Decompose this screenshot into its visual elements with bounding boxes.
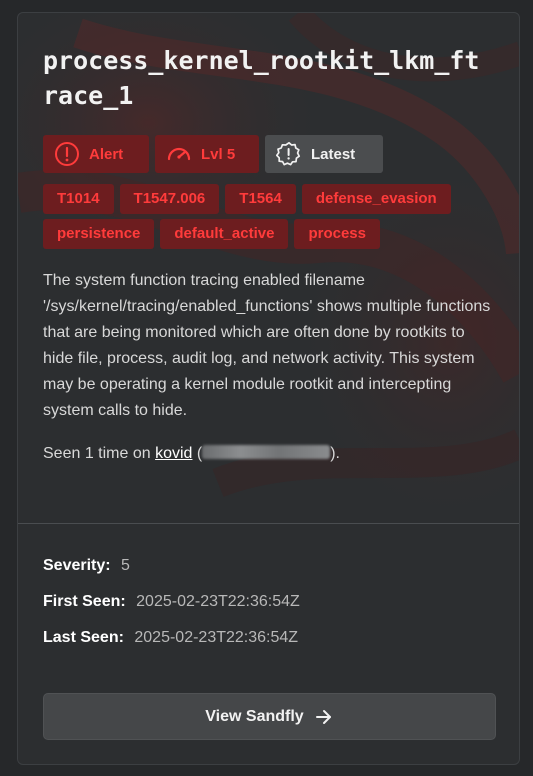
tag-t1564[interactable]: T1564: [225, 184, 296, 214]
rule-description: The system function tracing enabled file…: [43, 272, 491, 419]
alert-circle-icon: [55, 142, 79, 166]
latest-badge-label: Latest: [311, 145, 356, 163]
severity-row: Severity: 5: [43, 554, 300, 590]
severity-label: Severity:: [43, 557, 111, 574]
alert-badge-label: Alert: [89, 145, 124, 163]
host-link[interactable]: kovid: [155, 445, 192, 462]
detail-list: Severity: 5 First Seen: 2025-02-23T22:36…: [43, 554, 300, 662]
tag-process[interactable]: process: [294, 219, 380, 249]
severity-value: 5: [121, 557, 130, 574]
latest-badge: Latest: [265, 135, 383, 173]
level-badge-label: Lvl 5: [201, 145, 236, 163]
status-badges: Alert Lvl 5 Latest: [43, 135, 494, 173]
first-seen-row: First Seen: 2025-02-23T22:36:54Z: [43, 590, 300, 626]
seen-summary: Seen 1 time on kovid ().: [43, 442, 494, 466]
first-seen-label: First Seen:: [43, 593, 126, 610]
redacted-ip: [202, 445, 331, 459]
seen-prefix: Seen 1 time on: [43, 445, 156, 462]
first-seen-value: 2025-02-23T22:36:54Z: [136, 593, 300, 610]
divider: [18, 523, 519, 524]
tag-default-active[interactable]: default_active: [160, 219, 289, 249]
tag-list: T1014 T1547.006 T1564 defense_evasion pe…: [43, 184, 503, 249]
last-seen-row: Last Seen: 2025-02-23T22:36:54Z: [43, 626, 300, 662]
rule-title: process_kernel_rootkit_lkm_ftrace_1: [43, 46, 480, 110]
tag-t1547-006[interactable]: T1547.006: [119, 184, 220, 214]
tag-persistence[interactable]: persistence: [43, 219, 155, 249]
alert-card: process_kernel_rootkit_lkm_ftrace_1 Aler…: [17, 12, 520, 765]
last-seen-label: Last Seen:: [43, 629, 124, 646]
last-seen-value: 2025-02-23T22:36:54Z: [134, 629, 299, 646]
seen-open-paren: (: [192, 445, 203, 462]
gauge-icon: [167, 147, 191, 161]
tag-t1014[interactable]: T1014: [43, 184, 114, 214]
level-badge: Lvl 5: [155, 135, 259, 173]
arrow-right-icon: [315, 709, 331, 724]
tag-defense-evasion[interactable]: defense_evasion: [301, 184, 451, 214]
view-sandfly-label: View Sandfly: [205, 707, 304, 725]
alert-badge: Alert: [43, 135, 149, 173]
badge-alert-icon: [276, 141, 301, 166]
seen-close-paren: ).: [330, 445, 340, 462]
view-sandfly-button[interactable]: View Sandfly: [43, 693, 496, 740]
